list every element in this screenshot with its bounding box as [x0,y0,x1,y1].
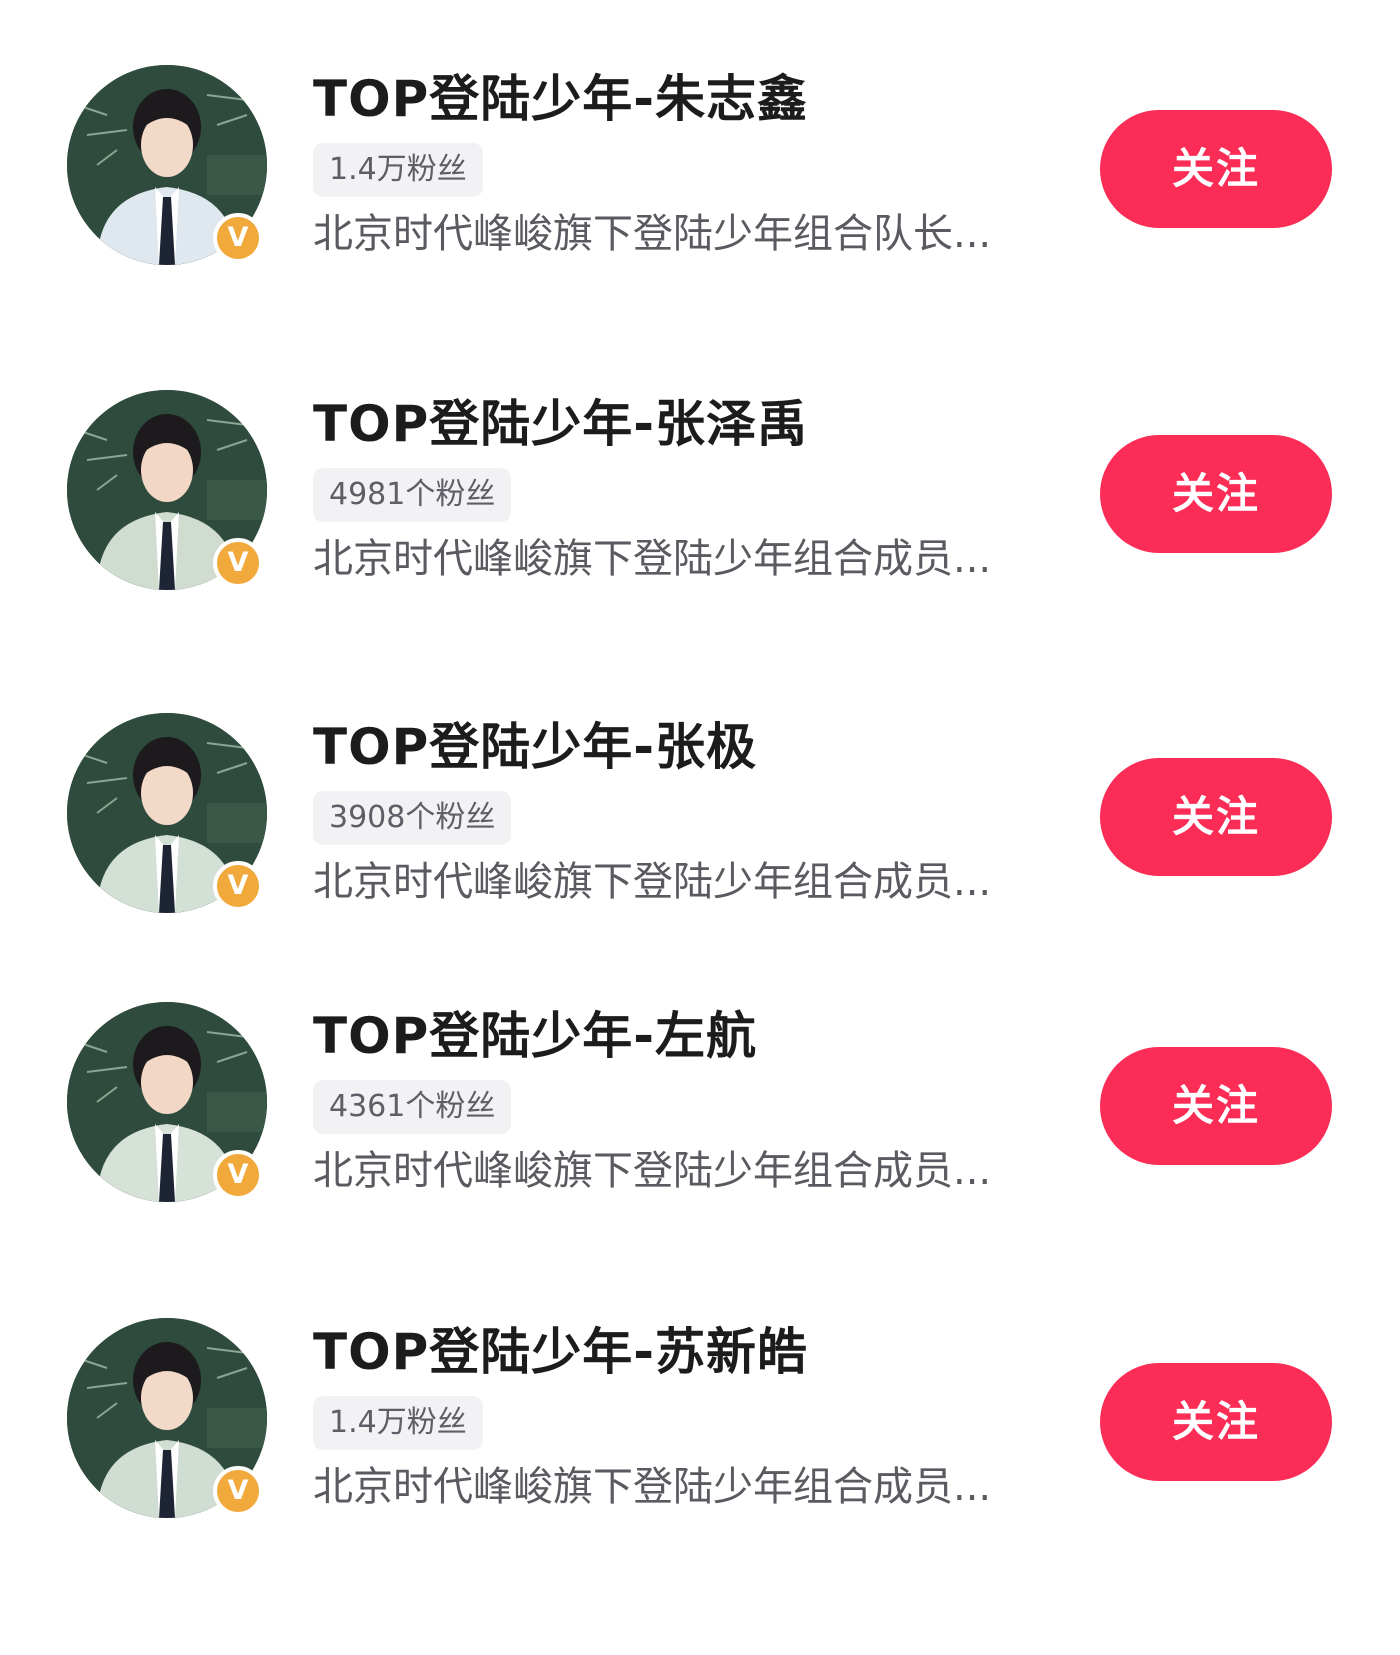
account-row[interactable]: V TOP登陆少年-张泽禹 4981个粉丝 北京时代峰峻旗下登陆少年组合成员..… [0,390,1400,610]
verified-badge-icon: V [213,1466,263,1516]
verified-badge-icon: V [213,861,263,911]
account-bio: 北京时代峰峻旗下登陆少年组合成员... [313,536,992,582]
fans-count-badge: 1.4万粉丝 [313,143,483,197]
account-name[interactable]: TOP登陆少年-朱志鑫 [313,67,808,131]
account-bio: 北京时代峰峻旗下登陆少年组合成员... [313,859,992,905]
account-row[interactable]: V TOP登陆少年-张极 3908个粉丝 北京时代峰峻旗下登陆少年组合成员...… [0,713,1400,933]
fans-count-badge: 3908个粉丝 [313,791,512,845]
follow-button[interactable]: 关注 [1100,1047,1332,1165]
fans-count-badge: 1.4万粉丝 [313,1396,483,1450]
follow-button[interactable]: 关注 [1100,110,1332,228]
verified-badge-icon: V [213,538,263,588]
account-row[interactable]: V TOP登陆少年-左航 4361个粉丝 北京时代峰峻旗下登陆少年组合成员...… [0,1002,1400,1222]
verified-badge-icon: V [213,213,263,263]
account-name[interactable]: TOP登陆少年-左航 [313,1004,757,1068]
account-name[interactable]: TOP登陆少年-张极 [313,715,757,779]
account-list: V TOP登陆少年-朱志鑫 1.4万粉丝 北京时代峰峻旗下登陆少年组合队长...… [0,0,1400,1655]
follow-button[interactable]: 关注 [1100,758,1332,876]
follow-button[interactable]: 关注 [1100,435,1332,553]
account-name[interactable]: TOP登陆少年-苏新皓 [313,1320,808,1384]
account-row[interactable]: V TOP登陆少年-朱志鑫 1.4万粉丝 北京时代峰峻旗下登陆少年组合队长...… [0,65,1400,285]
follow-button[interactable]: 关注 [1100,1363,1332,1481]
fans-count-badge: 4361个粉丝 [313,1080,512,1134]
account-bio: 北京时代峰峻旗下登陆少年组合成员... [313,1148,992,1194]
account-name[interactable]: TOP登陆少年-张泽禹 [313,392,808,456]
account-bio: 北京时代峰峻旗下登陆少年组合成员... [313,1464,992,1510]
account-row[interactable]: V TOP登陆少年-苏新皓 1.4万粉丝 北京时代峰峻旗下登陆少年组合成员...… [0,1318,1400,1538]
fans-count-badge: 4981个粉丝 [313,468,512,522]
verified-badge-icon: V [213,1150,263,1200]
account-bio: 北京时代峰峻旗下登陆少年组合队长... [313,211,992,257]
